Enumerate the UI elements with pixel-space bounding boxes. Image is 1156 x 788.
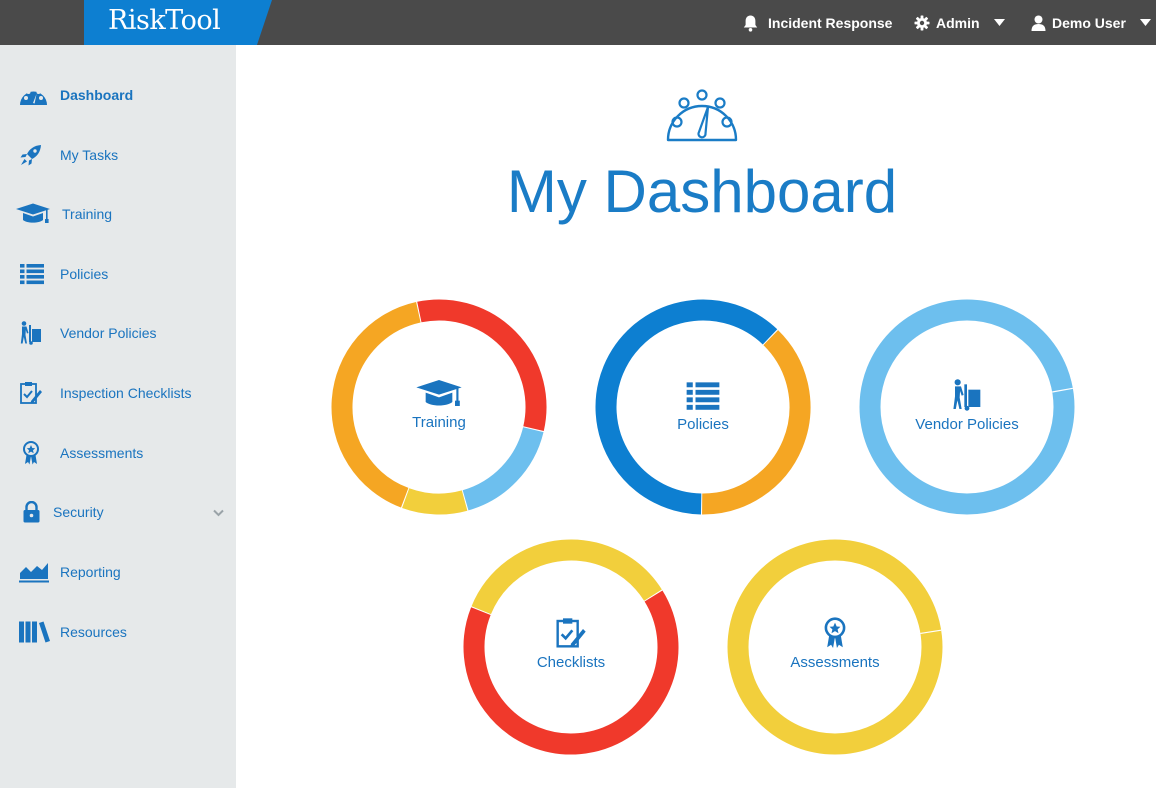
training-ring[interactable]: Training bbox=[329, 297, 549, 517]
ring-center: Assessments bbox=[725, 617, 945, 671]
sidebar-item-dashboard[interactable]: Dashboard bbox=[0, 73, 236, 117]
list-icon bbox=[20, 263, 44, 285]
ring-label: Checklists bbox=[536, 654, 606, 671]
sidebar-item-assessments[interactable]: Assessments bbox=[0, 431, 236, 475]
clipboard-check-icon bbox=[19, 381, 43, 405]
dashboard-icon bbox=[664, 83, 740, 150]
ring-center: Vendor Policies bbox=[857, 379, 1077, 433]
sidebar-item-my-tasks[interactable]: My Tasks bbox=[0, 133, 236, 177]
ring-label: Vendor Policies bbox=[915, 416, 1019, 433]
sidebar-item-label: Dashboard bbox=[60, 87, 134, 103]
rocket-icon bbox=[19, 143, 43, 167]
incident-response-label: Incident Response bbox=[768, 14, 893, 31]
ring-center: Checklists bbox=[461, 617, 681, 671]
ring-label: Assessments bbox=[790, 654, 880, 671]
hand-truck-icon bbox=[19, 321, 43, 345]
logo[interactable]: RiskTool bbox=[84, 0, 272, 45]
sidebar-item-security[interactable]: Security bbox=[0, 490, 236, 534]
page-title: My Dashboard bbox=[506, 158, 898, 225]
sidebar: Dashboard My Tasks Training Policies Ven… bbox=[0, 45, 236, 788]
lock-icon bbox=[23, 501, 40, 523]
bell-icon bbox=[742, 14, 759, 32]
list-icon bbox=[593, 381, 813, 411]
ring-label: Training bbox=[412, 414, 466, 431]
admin-dropdown-icon bbox=[993, 18, 1005, 27]
ring-segment bbox=[471, 539, 662, 615]
vendor-policies-ring[interactable]: Vendor Policies bbox=[857, 297, 1077, 517]
sidebar-item-vendor-policies[interactable]: Vendor Policies bbox=[0, 311, 236, 355]
policies-ring[interactable]: Policies bbox=[593, 297, 813, 517]
graduation-cap-icon bbox=[329, 379, 549, 409]
admin-label: Admin bbox=[936, 14, 980, 31]
chevron-down-icon[interactable] bbox=[213, 504, 224, 520]
sidebar-item-policies[interactable]: Policies bbox=[0, 252, 236, 296]
incident-response-link[interactable]: Incident Response bbox=[742, 0, 892, 45]
user-menu[interactable]: Demo User bbox=[1031, 0, 1151, 45]
sidebar-item-label: Policies bbox=[60, 266, 109, 282]
sidebar-item-label: Assessments bbox=[60, 445, 144, 461]
sidebar-item-label: Inspection Checklists bbox=[60, 385, 192, 401]
ring-center: Training bbox=[329, 379, 549, 431]
award-icon bbox=[21, 441, 41, 465]
sidebar-item-label: My Tasks bbox=[60, 147, 119, 163]
sidebar-item-label: Reporting bbox=[60, 564, 121, 580]
award-icon bbox=[725, 617, 945, 649]
top-bar: RiskTool Incident Response Admin Demo Us… bbox=[0, 0, 1156, 45]
hand-truck-icon bbox=[857, 379, 1077, 411]
gear-icon bbox=[914, 15, 930, 31]
checklists-ring[interactable]: Checklists bbox=[461, 537, 681, 757]
books-icon bbox=[19, 621, 50, 643]
sidebar-item-label: Security bbox=[53, 504, 104, 520]
ring-label: Policies bbox=[677, 416, 729, 433]
sidebar-item-reporting[interactable]: Reporting bbox=[0, 550, 236, 594]
dashboard-icon bbox=[19, 84, 48, 106]
assessments-ring[interactable]: Assessments bbox=[725, 537, 945, 757]
clipboard-check-icon bbox=[461, 617, 681, 649]
user-dropdown-icon bbox=[1139, 18, 1151, 27]
area-chart-icon bbox=[19, 561, 49, 583]
sidebar-item-resources[interactable]: Resources bbox=[0, 610, 236, 654]
sidebar-item-label: Training bbox=[62, 206, 113, 222]
graduation-cap-icon bbox=[15, 203, 51, 225]
logo-text: RiskTool bbox=[108, 5, 221, 36]
main-content: My Dashboard Training Policies Vendor Po… bbox=[236, 45, 1156, 788]
sidebar-item-training[interactable]: Training bbox=[0, 192, 236, 236]
ring-center: Policies bbox=[593, 381, 813, 433]
ring-segment bbox=[462, 426, 544, 511]
sidebar-item-label: Vendor Policies bbox=[60, 325, 157, 341]
admin-menu[interactable]: Admin bbox=[914, 0, 1005, 45]
sidebar-item-inspection-checklists[interactable]: Inspection Checklists bbox=[0, 371, 236, 415]
sidebar-item-label: Resources bbox=[60, 624, 127, 640]
user-label: Demo User bbox=[1052, 14, 1126, 31]
user-icon bbox=[1031, 15, 1046, 31]
ring-segment bbox=[402, 488, 468, 515]
